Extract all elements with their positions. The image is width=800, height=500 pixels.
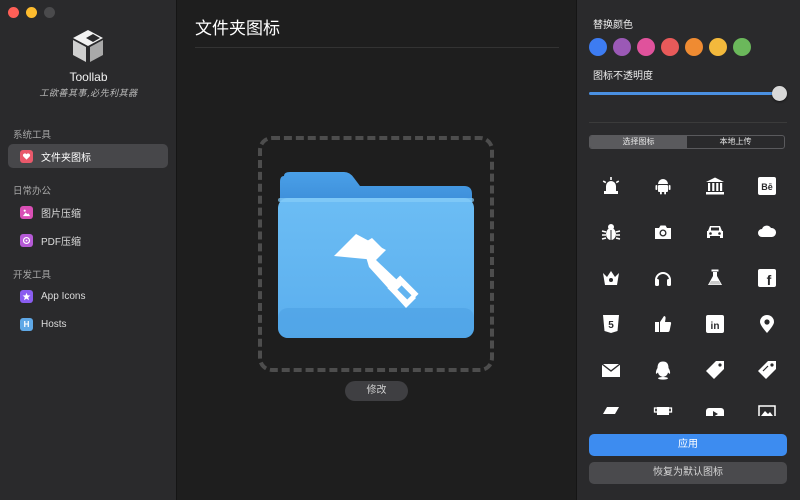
- settings-panel: 替换颜色 图标不透明度 选择图标 本地上传 Bē f 5 in 应用 恢复为默认…: [576, 0, 800, 500]
- html5-icon[interactable]: 5: [599, 312, 623, 336]
- image-icon: [20, 205, 33, 219]
- svg-text:5: 5: [608, 320, 614, 331]
- images-partial-icon[interactable]: [755, 402, 779, 416]
- app-name: Toollab: [69, 70, 108, 84]
- tag-icon[interactable]: [703, 358, 727, 382]
- nav-section-system-tools: 系统工具: [13, 130, 52, 141]
- flask-icon[interactable]: [703, 266, 727, 290]
- zoom-partial-icon[interactable]: [599, 402, 623, 416]
- svg-text:f: f: [767, 272, 772, 288]
- opacity-label: 图标不透明度: [593, 71, 653, 82]
- youtube-partial-icon[interactable]: [703, 402, 727, 416]
- thumbs-up-icon[interactable]: [651, 312, 675, 336]
- tag-alt-icon[interactable]: [755, 358, 779, 382]
- sidebar-item-hosts[interactable]: H Hosts: [8, 312, 168, 336]
- opacity-slider-knob[interactable]: [772, 86, 787, 101]
- crown-icon[interactable]: [599, 266, 623, 290]
- reset-default-icon-button[interactable]: 恢复为默认图标: [589, 462, 787, 484]
- icon-grid: Bē f 5 in: [589, 166, 789, 416]
- cloud-icon[interactable]: [755, 220, 779, 244]
- folder-preview-icon: [278, 172, 474, 338]
- zoom-window-button[interactable]: [44, 7, 55, 18]
- sidebar-item-folder-icon[interactable]: 文件夹图标: [8, 144, 168, 168]
- camera-icon[interactable]: [651, 220, 675, 244]
- sidebar: Toollab 工欲善其事,必先利其器 系统工具 文件夹图标 日常办公 图片压缩…: [0, 0, 177, 500]
- minimize-window-button[interactable]: [26, 7, 37, 18]
- bug-icon[interactable]: [599, 220, 623, 244]
- facebook-icon[interactable]: f: [755, 266, 779, 290]
- color-swatch[interactable]: [709, 38, 727, 56]
- app-star-icon: [20, 289, 33, 303]
- sidebar-item-image-compress[interactable]: 图片压缩: [8, 200, 168, 224]
- tab-local-upload[interactable]: 本地上传: [687, 136, 784, 148]
- sidebar-item-label: PDF压缩: [41, 236, 81, 248]
- car-icon[interactable]: [703, 220, 727, 244]
- sidebar-item-label: App Icons: [41, 290, 86, 302]
- folder-heart-icon: [20, 149, 33, 163]
- color-swatch[interactable]: [589, 38, 607, 56]
- toollab-logo: [73, 30, 103, 62]
- app-window: Toollab 工欲善其事,必先利其器 系统工具 文件夹图标 日常办公 图片压缩…: [0, 0, 800, 500]
- sidebar-item-label: 文件夹图标: [41, 152, 91, 164]
- color-swatch[interactable]: [661, 38, 679, 56]
- android-icon[interactable]: [651, 174, 675, 198]
- sidebar-item-label: Hosts: [41, 318, 67, 330]
- pdf-icon: [20, 233, 33, 247]
- tab-choose-icon[interactable]: 选择图标: [590, 136, 687, 148]
- color-swatch[interactable]: [685, 38, 703, 56]
- color-swatch[interactable]: [613, 38, 631, 56]
- nav-section-dev-tools: 开发工具: [13, 270, 52, 281]
- map-pin-icon[interactable]: [755, 312, 779, 336]
- color-swatches: [589, 38, 751, 56]
- mug-partial-icon[interactable]: [651, 402, 675, 416]
- close-window-button[interactable]: [8, 7, 19, 18]
- main-content: 文件夹图标 修改: [177, 0, 576, 500]
- headphones-icon[interactable]: [651, 266, 675, 290]
- nav-section-office: 日常办公: [13, 186, 52, 197]
- icon-source-tabs: 选择图标 本地上传: [589, 135, 785, 149]
- opacity-slider-track[interactable]: [589, 92, 785, 95]
- title-divider: [195, 47, 559, 48]
- page-title: 文件夹图标: [195, 19, 280, 38]
- sidebar-item-label: 图片压缩: [41, 208, 81, 220]
- sidebar-item-pdf-compress[interactable]: PDF压缩: [8, 228, 168, 252]
- bank-icon[interactable]: [703, 174, 727, 198]
- apply-button[interactable]: 应用: [589, 434, 787, 456]
- color-swatch[interactable]: [733, 38, 751, 56]
- color-label: 替换颜色: [593, 20, 633, 31]
- sidebar-item-app-icons[interactable]: App Icons: [8, 284, 168, 308]
- mail-icon[interactable]: [599, 358, 623, 382]
- svg-text:Bē: Bē: [761, 182, 773, 192]
- color-swatch[interactable]: [637, 38, 655, 56]
- alarm-light-icon[interactable]: [599, 174, 623, 198]
- svg-text:in: in: [711, 321, 720, 332]
- behance-icon[interactable]: Bē: [755, 174, 779, 198]
- hosts-h-icon: H: [20, 317, 33, 331]
- app-slogan: 工欲善其事,必先利其器: [39, 89, 138, 99]
- panel-divider: [589, 122, 787, 123]
- window-controls: [8, 7, 55, 18]
- modify-button[interactable]: 修改: [345, 381, 408, 401]
- qq-icon[interactable]: [651, 358, 675, 382]
- linkedin-icon[interactable]: in: [703, 312, 727, 336]
